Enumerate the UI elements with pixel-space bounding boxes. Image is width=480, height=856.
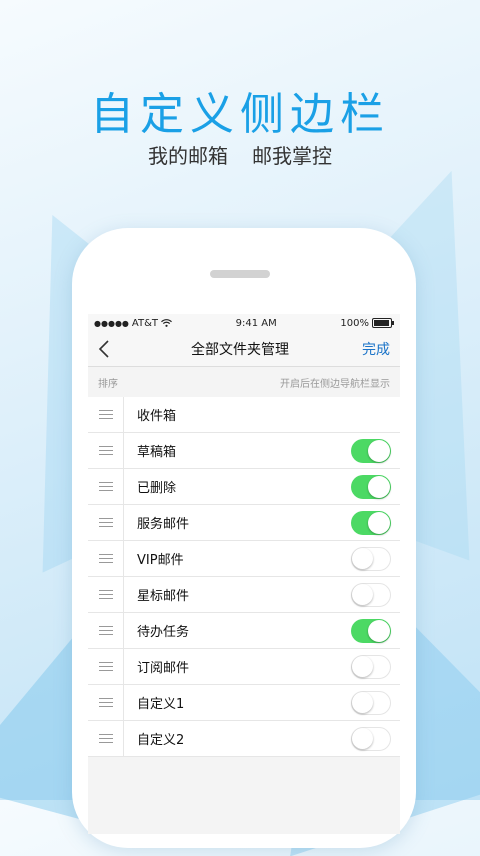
phone-screen: ●●●●● AT&T 9:41 AM 100% 全部文件夹管理 完成 排序 开启… bbox=[88, 314, 400, 834]
folder-row[interactable]: 服务邮件 bbox=[88, 505, 400, 541]
folder-toggle[interactable] bbox=[351, 582, 391, 607]
folder-row[interactable]: 待办任务 bbox=[88, 613, 400, 649]
status-left: ●●●●● AT&T bbox=[94, 318, 172, 329]
status-right: 100% bbox=[340, 318, 394, 329]
drag-handle[interactable] bbox=[88, 649, 124, 684]
drag-handle[interactable] bbox=[88, 469, 124, 504]
toggle-knob bbox=[352, 727, 373, 749]
toggle-knob bbox=[352, 655, 373, 677]
folder-label: VIP邮件 bbox=[137, 553, 184, 568]
done-button[interactable]: 完成 bbox=[362, 339, 390, 359]
signal-icon: ●●●●● bbox=[94, 318, 129, 328]
folder-label: 草稿箱 bbox=[137, 445, 177, 460]
promo-sub1: 我的邮箱 bbox=[148, 144, 228, 168]
folder-toggle[interactable] bbox=[351, 726, 391, 751]
back-button[interactable] bbox=[98, 339, 118, 359]
drag-handle-icon bbox=[98, 518, 113, 527]
folder-label: 星标邮件 bbox=[137, 589, 190, 604]
section-sort-label: 排序 bbox=[98, 378, 118, 390]
folder-row[interactable]: 订阅邮件 bbox=[88, 649, 400, 685]
carrier-label: AT&T bbox=[131, 317, 158, 329]
folder-toggle[interactable] bbox=[351, 546, 391, 571]
drag-handle-icon bbox=[98, 734, 113, 743]
toggle-knob bbox=[368, 511, 390, 534]
drag-handle[interactable] bbox=[88, 541, 124, 576]
drag-handle[interactable] bbox=[88, 685, 124, 720]
drag-handle-icon bbox=[98, 410, 113, 419]
folder-row[interactable]: VIP邮件 bbox=[88, 541, 400, 577]
promo-sub2: 邮我掌控 bbox=[252, 144, 332, 168]
battery-icon bbox=[371, 318, 392, 328]
toggle-knob bbox=[368, 439, 390, 462]
drag-handle[interactable] bbox=[88, 433, 124, 468]
folder-row[interactable]: 自定义1 bbox=[88, 685, 400, 721]
folder-toggle[interactable] bbox=[351, 474, 391, 499]
toggle-knob bbox=[368, 475, 390, 498]
wifi-icon bbox=[161, 319, 172, 327]
drag-handle-icon bbox=[98, 446, 113, 455]
drag-handle-icon bbox=[98, 698, 113, 707]
folder-list: 收件箱草稿箱已删除服务邮件 VIP邮件星标邮件待办任务订阅邮件自定义1 自定义2 bbox=[88, 397, 400, 757]
drag-handle-icon bbox=[98, 626, 113, 635]
drag-handle[interactable] bbox=[88, 397, 124, 432]
drag-handle[interactable] bbox=[88, 721, 124, 756]
folder-row[interactable]: 收件箱 bbox=[88, 397, 400, 433]
nav-bar: 全部文件夹管理 完成 bbox=[88, 332, 400, 367]
section-header: 排序 开启后在侧边导航栏显示 bbox=[88, 367, 400, 397]
folder-label: 自定义1 bbox=[137, 697, 185, 712]
status-time: 9:41 AM bbox=[235, 317, 277, 329]
promo-subhead: 我的邮箱 邮我掌控 bbox=[0, 140, 480, 169]
folder-toggle[interactable] bbox=[351, 510, 391, 535]
folder-row[interactable]: 自定义2 bbox=[88, 721, 400, 757]
folder-label: 已删除 bbox=[137, 481, 177, 496]
drag-handle-icon bbox=[98, 554, 113, 563]
battery-percent: 100% bbox=[340, 317, 369, 329]
phone-speaker bbox=[210, 270, 270, 278]
folder-row[interactable]: 星标邮件 bbox=[88, 577, 400, 613]
toggle-knob bbox=[352, 583, 373, 605]
phone-frame: ●●●●● AT&T 9:41 AM 100% 全部文件夹管理 完成 排序 开启… bbox=[72, 228, 416, 848]
battery-tip bbox=[391, 321, 394, 325]
section-hint: 开启后在侧边导航栏显示 bbox=[280, 378, 390, 390]
drag-handle[interactable] bbox=[88, 505, 124, 540]
folder-toggle[interactable] bbox=[351, 618, 391, 643]
folder-label: 订阅邮件 bbox=[137, 661, 190, 676]
folder-label: 自定义2 bbox=[137, 733, 185, 748]
folder-row[interactable]: 草稿箱 bbox=[88, 433, 400, 469]
promo-headline: 自定义侧边栏 bbox=[90, 89, 390, 140]
folder-toggle[interactable] bbox=[351, 438, 391, 463]
drag-handle-icon bbox=[98, 590, 113, 599]
toggle-knob bbox=[352, 691, 373, 713]
folder-label: 收件箱 bbox=[137, 409, 177, 424]
status-bar: ●●●●● AT&T 9:41 AM 100% bbox=[88, 314, 400, 332]
back-chevron-icon bbox=[98, 340, 109, 358]
drag-handle-icon bbox=[98, 482, 113, 491]
drag-handle[interactable] bbox=[88, 613, 124, 648]
toggle-knob bbox=[352, 547, 373, 569]
drag-handle[interactable] bbox=[88, 577, 124, 612]
folder-label: 待办任务 bbox=[137, 625, 190, 640]
toggle-knob bbox=[368, 619, 390, 642]
folder-toggle[interactable] bbox=[351, 654, 391, 679]
drag-handle-icon bbox=[98, 662, 113, 671]
folder-label: 服务邮件 bbox=[137, 517, 190, 532]
folder-toggle[interactable] bbox=[351, 690, 391, 715]
nav-title: 全部文件夹管理 bbox=[191, 342, 289, 358]
folder-row[interactable]: 已删除 bbox=[88, 469, 400, 505]
